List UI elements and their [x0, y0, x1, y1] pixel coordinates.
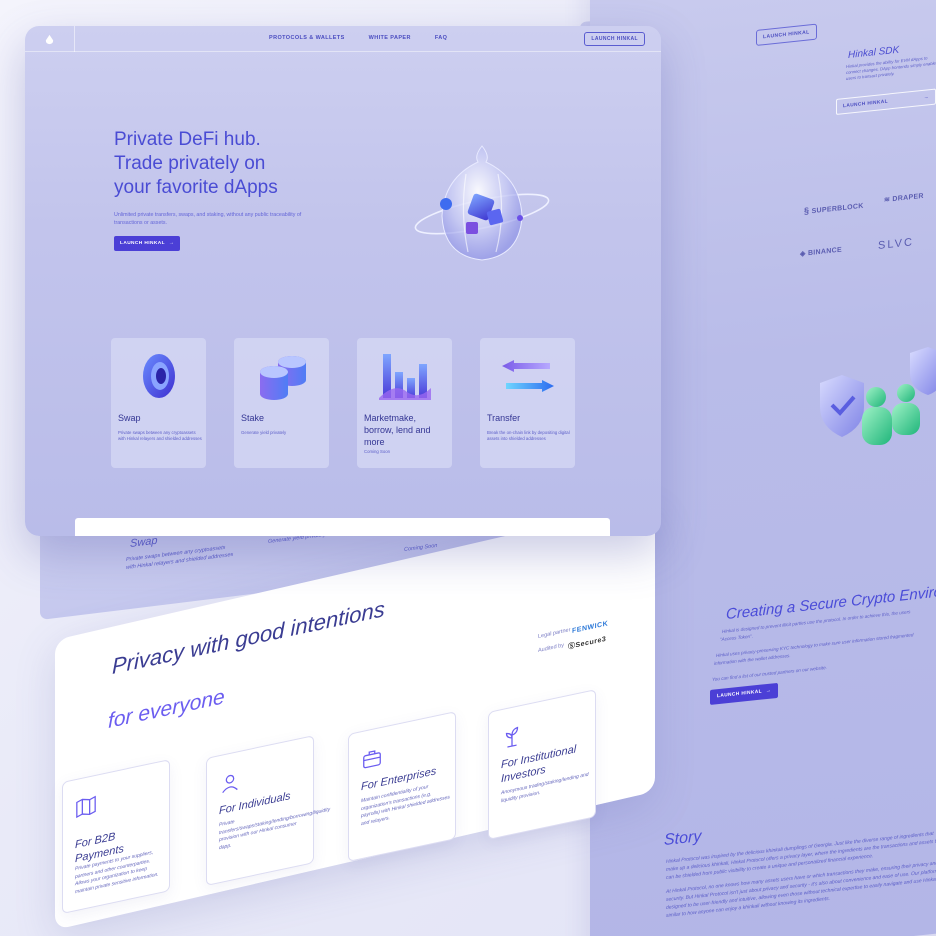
nav-launch-button[interactable]: LAUNCH HINKAL [584, 32, 645, 46]
hero-title: Private DeFi hub. Trade privately on you… [114, 128, 334, 200]
feature-marketmake-desc: Coming Soon [364, 449, 391, 454]
bar-chart-icon [379, 354, 431, 400]
feature-card-marketmake[interactable]: Marketmake, borrow, lend and more Coming… [357, 338, 452, 468]
white-section-edge [75, 518, 610, 536]
secure3-icon: Ⓢ [568, 642, 576, 651]
hero-launch-button[interactable]: LAUNCH HINKAL → [114, 236, 181, 251]
feature-stake-desc: Generate yield privately [241, 430, 287, 435]
arrow-right-icon: → [923, 94, 929, 101]
arrow-right-icon: → [765, 688, 772, 695]
arrow-right-icon: → [168, 241, 175, 246]
nav-link-protocols[interactable]: PROTOCOLS & WALLETS [269, 35, 345, 41]
hinkal-logo-icon [45, 34, 54, 44]
feature-transfer-title: Transfer [487, 413, 521, 423]
shield-illustration-icon [820, 347, 936, 445]
dumpling-orb-illustration-icon [414, 145, 550, 261]
card-institutional[interactable]: For Institutional Investors Anonymous tr… [488, 689, 596, 840]
nav-links: PROTOCOLS & WALLETS WHITE PAPER FAQ [269, 35, 447, 41]
coin-ring-icon [143, 354, 175, 398]
binance-logo-icon: ◈ [800, 250, 806, 258]
draper-logo-icon: ≋ [884, 196, 891, 204]
plant-icon [505, 726, 519, 748]
coin-stack-icon [260, 356, 306, 400]
map-icon [76, 795, 96, 819]
briefcase-icon [363, 750, 381, 769]
hero-title-line-3: your favorite dApps [114, 177, 278, 198]
feature-card-transfer[interactable]: Transfer Break the on-chain link by depo… [480, 338, 575, 468]
logo-box[interactable] [25, 26, 75, 52]
hero-title-line-2: Trade privately on [114, 153, 266, 174]
feature-swap-desc: Private swaps between any cryptoassets w… [118, 430, 202, 441]
feature-card-swap[interactable]: Swap Private swaps between any cryptoass… [111, 338, 206, 468]
hero-subtitle: Unlimited private transfers, swaps, and … [114, 212, 302, 226]
top-nav: PROTOCOLS & WALLETS WHITE PAPER FAQ LAUN… [25, 26, 661, 52]
card-enterprises[interactable]: For Enterprises Maintain confidentiality… [348, 711, 456, 862]
secure-launch-label: LAUNCH HINKAL [717, 689, 762, 700]
sdk-launch-label: LAUNCH HINKAL [843, 99, 888, 109]
superblock-logo-icon: § [804, 205, 810, 216]
hero-browser-frame: PROTOCOLS & WALLETS WHITE PAPER FAQ LAUN… [25, 26, 661, 536]
user-icon [222, 774, 238, 794]
nav-link-faq[interactable]: FAQ [435, 35, 448, 41]
feature-transfer-desc: Break the on-chain link by depositing di… [487, 430, 570, 441]
transfer-arrows-icon [502, 360, 554, 392]
feature-swap-title: Swap [118, 413, 141, 423]
nav-link-white-paper[interactable]: WHITE PAPER [369, 35, 411, 41]
hero-title-line-1: Private DeFi hub. [114, 129, 261, 150]
feature-marketmake-title: Marketmake, borrow, lend and more [364, 413, 431, 447]
hero-launch-label: LAUNCH HINKAL [120, 241, 165, 246]
feature-stake-title: Stake [241, 413, 265, 423]
card-individuals[interactable]: For Individuals Private transfers/swaps/… [206, 735, 330, 886]
feature-card-stake[interactable]: Stake Generate yield privately [234, 338, 329, 468]
card-b2b[interactable]: For B2B Payments Private payments to you… [62, 759, 170, 914]
